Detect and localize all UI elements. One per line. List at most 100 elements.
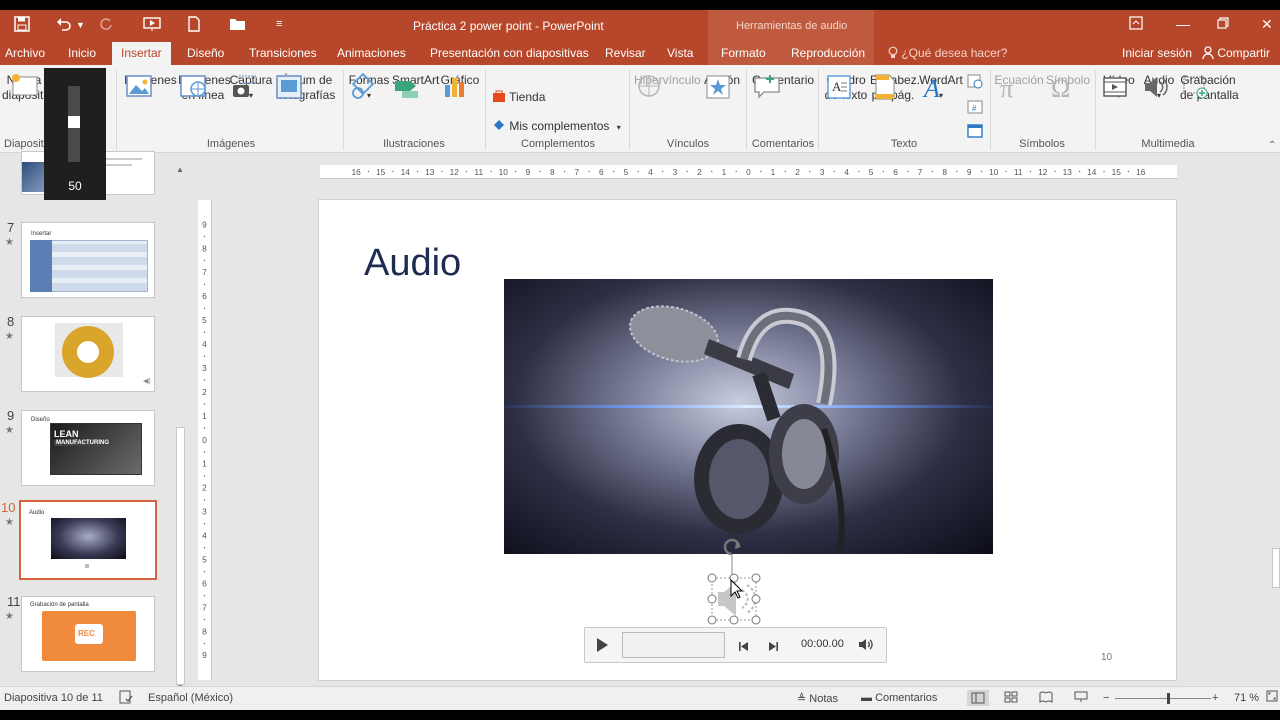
smartart-button[interactable]: SmartArt <box>392 73 439 98</box>
new-slide-button[interactable]: Nueva diapositiva <box>2 73 46 103</box>
tell-me-search[interactable]: ¿Qué desea hacer? <box>888 46 1007 60</box>
play-icon[interactable] <box>595 636 609 659</box>
my-addins-button[interactable]: Mis complementos ▾ <box>492 118 621 135</box>
thumbnail-slide-11[interactable]: Grabación de pantalla REC <box>21 596 155 672</box>
slide-number-8: 8 <box>7 314 15 329</box>
chart-button[interactable]: Gráfico <box>440 73 480 97</box>
ruler-tick-label: 6 <box>599 167 604 177</box>
comment-button[interactable]: Comentario <box>752 73 814 99</box>
ruler-tick-label: 9 <box>525 167 530 177</box>
new-file-icon[interactable] <box>187 16 201 36</box>
audio-progress-bar[interactable] <box>622 632 725 658</box>
tab-archivo[interactable]: Archivo <box>5 46 45 60</box>
symbol-button: Ω Símbolo <box>1046 73 1090 101</box>
zoom-slider-track[interactable] <box>1115 698 1211 699</box>
audio-button[interactable]: Audio ▾ <box>1140 73 1178 103</box>
tab-animaciones[interactable]: Animaciones <box>337 46 406 60</box>
action-button[interactable]: Acción <box>703 73 741 99</box>
zoom-level[interactable]: 71 % <box>1234 692 1259 704</box>
undo-icon[interactable] <box>56 16 72 36</box>
open-folder-icon[interactable] <box>229 16 247 36</box>
animation-star-icon: ★ <box>5 517 14 528</box>
zoom-in-icon[interactable]: + <box>1212 692 1218 704</box>
sign-in-link[interactable]: Iniciar sesión <box>1122 46 1192 60</box>
ruler-tick-label: 7 <box>575 167 580 177</box>
audio-time: 00:00.00 <box>801 638 844 650</box>
smartart-icon <box>395 81 418 98</box>
thumbnail-slide-10[interactable]: Audio <box>19 500 157 580</box>
canvas-scrollbar[interactable] <box>1270 153 1280 686</box>
ruler-tick-label: 16 <box>352 167 362 177</box>
ruler-tick-dot <box>203 618 206 621</box>
thumbnail-slide-9[interactable]: Diseño LEAN MANUFACTURING <box>21 410 155 486</box>
skip-back-icon[interactable] <box>738 639 749 657</box>
reading-view-icon[interactable] <box>1039 691 1053 706</box>
ruler-tick-label: 16 <box>1136 167 1146 177</box>
tab-presentacion[interactable]: Presentación con diapositivas <box>430 46 589 60</box>
share-button[interactable]: Compartir <box>1202 46 1270 60</box>
video-button[interactable]: Vídeo ▾ <box>1100 73 1138 103</box>
scroll-up-icon[interactable]: ▲ <box>176 165 184 174</box>
ruler-tick-label: 9 <box>202 650 207 660</box>
tab-insertar[interactable]: Insertar <box>112 42 171 65</box>
present-from-start-icon[interactable] <box>143 16 161 36</box>
slideshow-icon[interactable] <box>1074 691 1088 706</box>
zoom-popup-thumb[interactable] <box>68 116 80 128</box>
customize-toolbar-icon[interactable]: ≡ <box>276 18 282 30</box>
restore-icon[interactable] <box>1217 16 1229 32</box>
undo-dropdown-icon[interactable]: ▼ <box>76 20 85 30</box>
ruler-tick-dot <box>441 170 443 173</box>
tab-reproduccion[interactable]: Reproducción <box>791 46 865 60</box>
photo-album-button[interactable]: Álbum de fotografías <box>274 73 340 103</box>
zoom-popup[interactable]: 50 <box>44 68 106 200</box>
ribbon-display-options-icon[interactable] <box>1129 16 1143 33</box>
store-button[interactable]: Tienda <box>492 89 545 105</box>
images-button[interactable]: Imágenes <box>124 73 177 97</box>
header-footer-button[interactable]: Encabez. pie pág. <box>870 73 920 103</box>
tab-formato[interactable]: Formato <box>721 46 766 60</box>
slide-number-icon[interactable]: # <box>967 99 983 119</box>
microphone-headphones-image[interactable] <box>504 279 993 554</box>
online-images-button[interactable]: Imágenes en línea <box>178 73 231 103</box>
spellcheck-icon[interactable] <box>119 690 133 707</box>
audio-icon-selection[interactable] <box>702 536 762 628</box>
language-label[interactable]: Español (México) <box>148 692 233 704</box>
slide-sorter-icon[interactable] <box>1004 691 1018 706</box>
thumbnail-slide-7[interactable]: Insertar <box>21 222 155 298</box>
zoom-slider-thumb[interactable] <box>1166 693 1170 704</box>
ruler-tick-dot <box>203 642 206 645</box>
tab-vista[interactable]: Vista <box>667 46 693 60</box>
date-time-icon[interactable] <box>967 73 983 93</box>
slide-title[interactable]: Audio <box>364 242 461 285</box>
ruler-tick-dot <box>735 170 737 173</box>
tab-inicio[interactable]: Inicio <box>68 46 96 60</box>
omega-icon: Ω <box>1051 74 1070 101</box>
close-icon[interactable]: ✕ <box>1261 16 1273 33</box>
tab-revisar[interactable]: Revisar <box>605 46 646 60</box>
contextual-tab-title: Herramientas de audio <box>736 20 848 32</box>
tab-transiciones[interactable]: Transiciones <box>249 46 317 60</box>
notes-button[interactable]: ≜ Notas <box>797 692 838 705</box>
volume-icon[interactable] <box>858 638 875 656</box>
thumbnails-scrollbar[interactable]: ▲ ▼ <box>173 165 188 695</box>
wordart-button[interactable]: A WordArt ▾ <box>918 73 964 103</box>
normal-view-icon[interactable] <box>967 690 989 706</box>
comments-button[interactable]: ▬ Comentarios <box>861 692 937 704</box>
shapes-button[interactable]: Formas ▾ <box>348 73 390 103</box>
minimize-icon[interactable]: — <box>1176 16 1190 32</box>
zoom-out-icon[interactable]: − <box>1103 692 1109 704</box>
ruler-tick-label: 4 <box>202 339 207 349</box>
save-icon[interactable] <box>14 16 30 36</box>
thumbnail-slide-8[interactable]: ◀) <box>21 316 155 392</box>
text-box-button[interactable]: A Cuadro de texto <box>824 73 868 103</box>
screenshot-button[interactable]: Captura ▾ <box>229 73 273 103</box>
collapse-ribbon-icon[interactable]: ⌃ <box>1268 140 1276 151</box>
tab-diseno[interactable]: Diseño <box>187 46 224 60</box>
fit-to-window-icon[interactable] <box>1266 690 1278 705</box>
slide-canvas[interactable]: Audio 00:00.00 10 <box>318 199 1177 681</box>
screen-recording-button[interactable]: Grabación de pantalla <box>1180 73 1239 103</box>
skip-forward-icon[interactable] <box>768 639 779 657</box>
thumbnails-scroll-thumb[interactable] <box>176 427 185 685</box>
ruler-tick-label: 8 <box>202 243 207 253</box>
canvas-scroll-thumb[interactable] <box>1272 548 1280 588</box>
